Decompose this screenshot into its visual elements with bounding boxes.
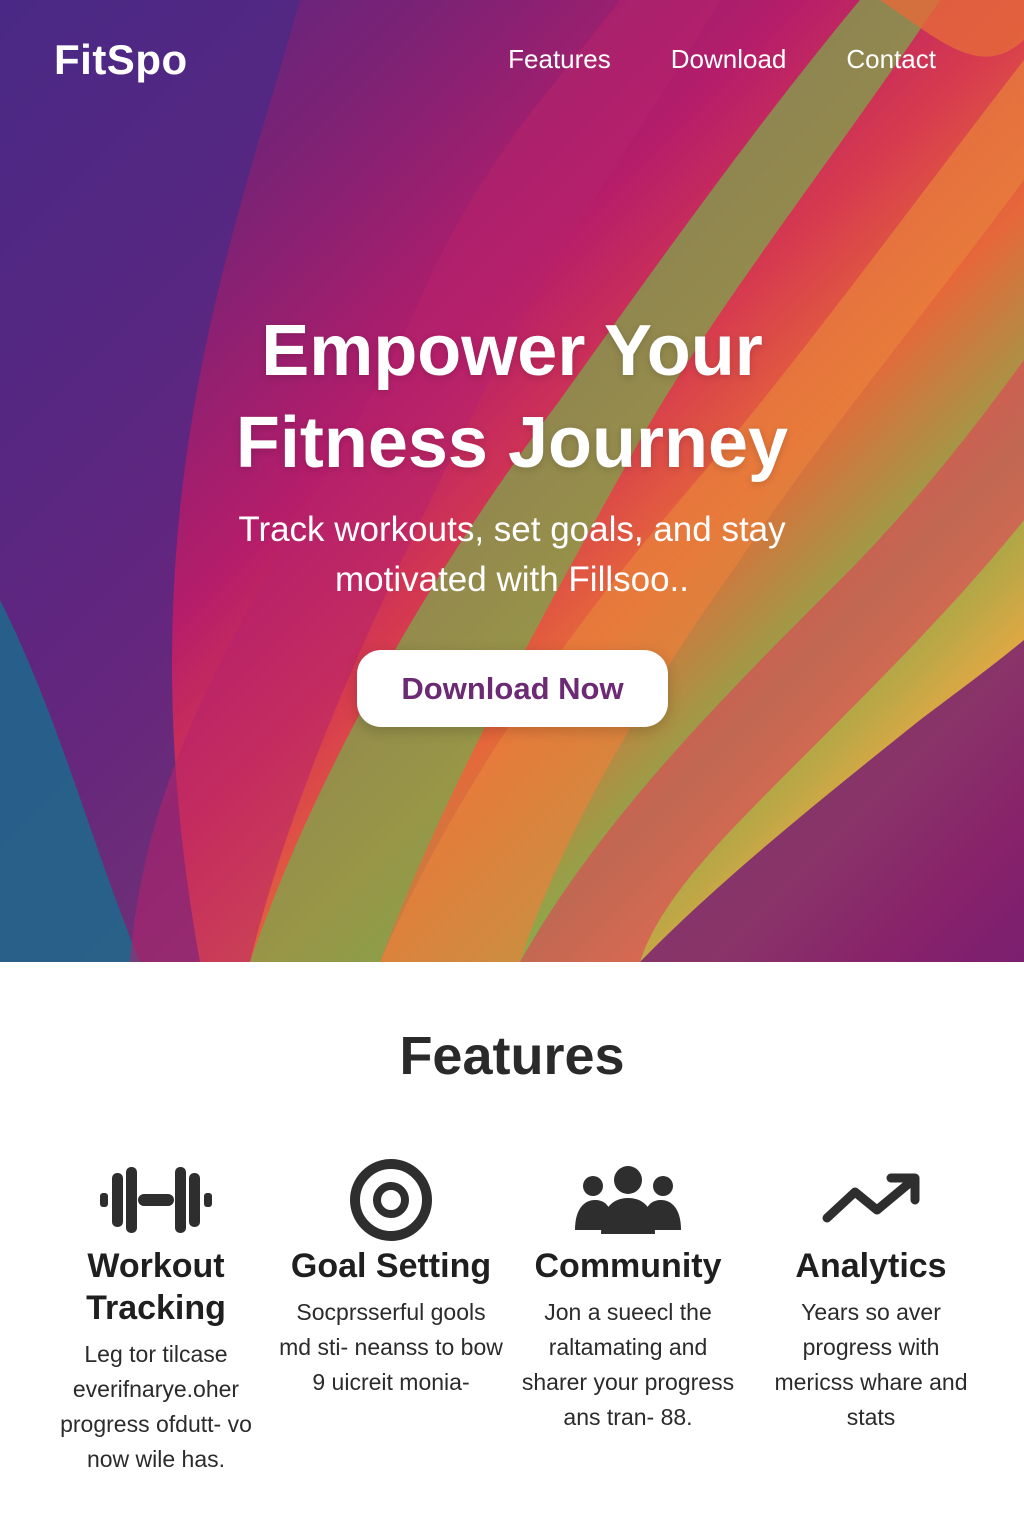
brand-logo[interactable]: FitSpo xyxy=(54,36,188,84)
feature-card-goal-setting: Goal Setting Socprsserful gools md sti- … xyxy=(278,1155,504,1400)
trending-up-icon xyxy=(766,1155,976,1245)
hero-subtitle: Track workouts, set goals, and stay moti… xyxy=(238,510,786,599)
nav-link-contact[interactable]: Contact xyxy=(846,44,936,75)
nav-link-features[interactable]: Features xyxy=(508,44,611,75)
hero-headline-line1: Empower Your xyxy=(261,311,763,391)
feature-title: Goal Setting xyxy=(290,1247,492,1285)
target-icon xyxy=(278,1155,504,1245)
feature-card-workout-tracking: Workout Tracking Leg tor tilcase everifn… xyxy=(40,1155,272,1477)
dumbbell-icon xyxy=(40,1155,272,1245)
nav-link-download[interactable]: Download xyxy=(671,44,787,75)
feature-description: Jon a sueecl the raltamating and sharer … xyxy=(521,1299,735,1430)
hero-headline: Empower Your Fitness Journey xyxy=(0,305,1024,489)
feature-card-analytics: Analytics Years so aver progress with me… xyxy=(766,1155,976,1435)
feature-title: Community xyxy=(534,1247,722,1285)
users-group-icon xyxy=(514,1155,742,1245)
feature-card-community: Community Jon a sueecl the raltamating a… xyxy=(514,1155,742,1435)
hero-headline-line2: Fitness Journey xyxy=(235,403,789,483)
feature-description: Socprsserful gools md sti- neanss to bow… xyxy=(279,1299,503,1395)
feature-title: Analytics xyxy=(795,1247,947,1285)
feature-title: Workout Tracking xyxy=(86,1247,226,1327)
top-nav: Features Download Contact xyxy=(508,44,936,75)
download-now-button[interactable]: Download Now xyxy=(357,650,668,727)
feature-description: Years so aver progress with mericss whar… xyxy=(774,1299,968,1430)
hero-section: FitSpo Features Download Contact Empower… xyxy=(0,0,1024,962)
features-heading: Features xyxy=(399,1026,625,1086)
feature-description: Leg tor tilcase everifnarye.oher progres… xyxy=(60,1341,252,1472)
